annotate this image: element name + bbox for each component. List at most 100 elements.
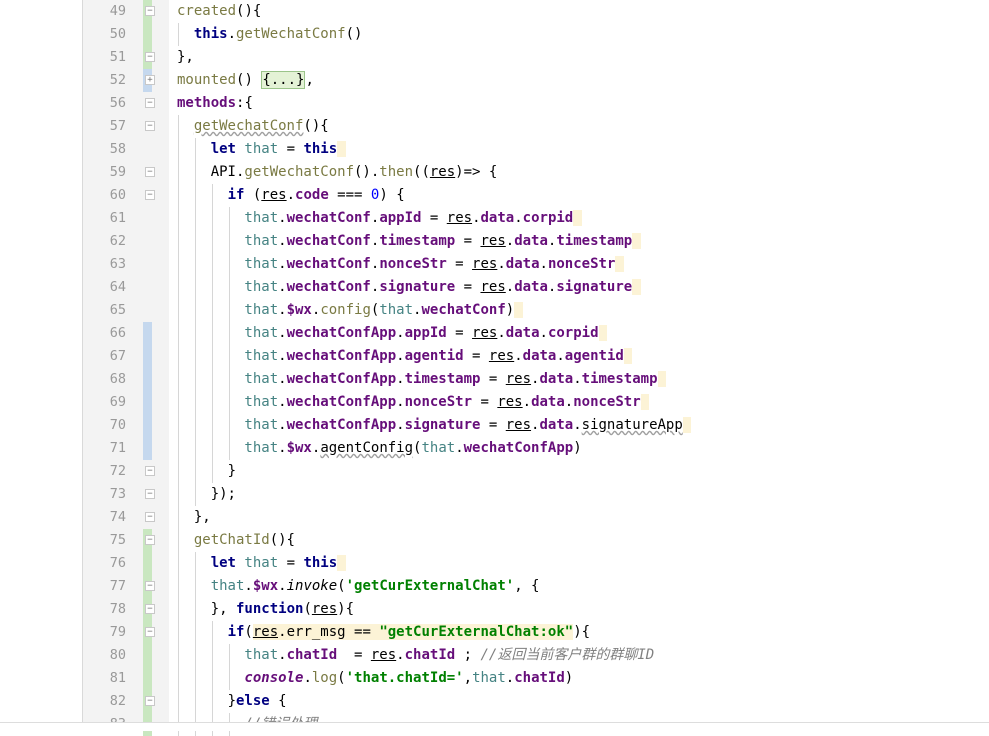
vcs-change-marker[interactable] <box>143 414 152 437</box>
vcs-change-marker[interactable] <box>143 368 152 391</box>
vcs-change-marker[interactable] <box>143 322 152 345</box>
code-token: .err_msg == <box>278 624 380 640</box>
code-token: , <box>305 72 314 88</box>
line-number: 70 <box>109 417 126 433</box>
code-line[interactable]: 69 that.wechatConfApp.nonceStr = res.data… <box>0 391 989 414</box>
indent-guide <box>178 161 179 184</box>
code-token: . <box>227 26 236 42</box>
indent-guide <box>228 437 230 460</box>
code-line[interactable]: 77− that.$wx.invoke('getCurExternalChat',… <box>0 575 989 598</box>
code-token: nonceStr <box>573 394 641 410</box>
code-token: . <box>278 371 287 387</box>
code-line[interactable]: 79 − if(res.err_msg == "getCurExternalChat… <box>0 621 989 644</box>
code-token: let <box>210 555 245 571</box>
code-line[interactable]: 57 − getWechatConf(){ <box>0 115 989 138</box>
code-token: ( <box>337 670 346 686</box>
code-token: :{ <box>236 95 253 111</box>
code-token: res <box>370 647 397 663</box>
code-token: . <box>505 279 515 295</box>
fold-collapse-icon[interactable]: − <box>145 489 155 499</box>
code-line[interactable]: 78−}, function(res){ <box>0 598 989 621</box>
fold-expand-icon[interactable]: + <box>145 75 155 85</box>
code-line[interactable]: 70 that.wechatConfApp.signature = res.dat… <box>0 414 989 437</box>
vcs-change-marker[interactable] <box>143 552 152 575</box>
code-line[interactable]: 64 that.wechatConf.signature = res.data.s… <box>0 276 989 299</box>
code-token: wechatConf <box>421 302 506 318</box>
code-token: . <box>514 348 523 364</box>
code-line[interactable]: 59 − API.getWechatConf().then((res)=> { <box>0 161 989 184</box>
code-line[interactable]: 62 that.wechatConf.timestamp = res.data.t… <box>0 230 989 253</box>
code-line[interactable]: 74 −}, <box>0 506 989 529</box>
fold-collapse-icon[interactable]: − <box>145 98 155 108</box>
code-line[interactable]: 81 console.log('that.chatId=',that.chatId… <box>0 667 989 690</box>
code-token: $wx <box>286 302 312 318</box>
code-token: methods <box>177 95 237 111</box>
code-token: res <box>497 394 523 410</box>
line-number: 79 <box>109 624 126 640</box>
code-token: (){ <box>303 118 329 134</box>
code-token: = <box>278 555 304 571</box>
vcs-change-marker[interactable] <box>143 391 152 414</box>
code-token: ) <box>505 302 515 318</box>
fold-collapse-icon[interactable]: − <box>145 167 155 177</box>
indent-guide <box>228 299 230 322</box>
indent-guide <box>228 667 230 690</box>
fold-collapse-icon[interactable]: − <box>145 512 155 522</box>
vcs-change-marker[interactable] <box>143 23 152 46</box>
fold-collapse-icon[interactable]: − <box>145 604 155 614</box>
code-token <box>640 394 650 410</box>
code-token: res <box>488 348 515 364</box>
code-line[interactable]: 56 − methods:{ <box>0 92 989 115</box>
code-token: res <box>505 417 532 433</box>
code-line[interactable]: 50 this.getWechatConf() <box>0 23 989 46</box>
code-text: getWechatConf(){ <box>194 115 329 138</box>
fold-collapse-icon[interactable]: − <box>145 121 155 131</box>
code-token: . <box>573 417 582 433</box>
code-text: }else { <box>228 690 287 713</box>
code-token: res <box>311 601 338 617</box>
code-line[interactable]: 58 let that = this <box>0 138 989 161</box>
vcs-change-marker[interactable] <box>143 644 152 667</box>
code-token: ( <box>303 601 312 617</box>
code-line[interactable]: 75 − getChatId(){ <box>0 529 989 552</box>
code-line[interactable]: 63 that.wechatConf.nonceStr = res.data.no… <box>0 253 989 276</box>
code-token: signature <box>556 279 633 295</box>
code-token: else <box>236 693 279 709</box>
indent-guide <box>178 506 179 529</box>
code-line[interactable]: 82−}else { <box>0 690 989 713</box>
code-line[interactable]: 61 that.wechatConf.appId = res.data.corpi… <box>0 207 989 230</box>
code-token: . <box>278 348 287 364</box>
code-line[interactable]: 67 that.wechatConfApp.agentid = res.data.… <box>0 345 989 368</box>
fold-collapse-icon[interactable]: − <box>145 696 155 706</box>
code-line[interactable]: 66 that.wechatConfApp.appId = res.data.co… <box>0 322 989 345</box>
code-line[interactable]: 73 −}); <box>0 483 989 506</box>
code-line[interactable]: 49 − created(){ <box>0 0 989 23</box>
code-line[interactable]: 60 − if (res.code === 0) { <box>0 184 989 207</box>
fold-collapse-icon[interactable]: − <box>145 535 155 545</box>
code-line[interactable]: 80 that.chatId = res.chatId ; //返回当前客户群的群… <box>0 644 989 667</box>
fold-collapse-icon[interactable]: − <box>145 52 155 62</box>
vcs-change-marker[interactable] <box>143 437 152 460</box>
code-line[interactable]: 76 let that = this <box>0 552 989 575</box>
fold-collapse-icon[interactable]: − <box>145 6 155 16</box>
code-token: ) { <box>379 187 405 203</box>
code-line[interactable]: 72 −} <box>0 460 989 483</box>
code-token: . <box>539 256 548 272</box>
line-number: 52 <box>109 72 126 88</box>
indent-guide <box>211 184 213 207</box>
code-token: data <box>539 417 574 433</box>
fold-collapse-icon[interactable]: − <box>145 627 155 637</box>
code-line[interactable]: 71 that.$wx.agentConfig(that.wechatConfAp… <box>0 437 989 460</box>
code-line[interactable]: 68 that.wechatConfApp.timestamp = res.dat… <box>0 368 989 391</box>
code-token: getChatId <box>193 532 270 548</box>
vcs-change-marker[interactable] <box>143 345 152 368</box>
code-line[interactable]: 65 that.$wx.config(that.wechatConf) <box>0 299 989 322</box>
fold-collapse-icon[interactable]: − <box>145 190 155 200</box>
code-token: . <box>278 440 287 456</box>
code-line[interactable]: 52 + mounted() {...}, <box>0 69 989 92</box>
code-line[interactable]: 51 −}, <box>0 46 989 69</box>
vcs-change-marker[interactable] <box>143 667 152 690</box>
fold-collapse-icon[interactable]: − <box>145 581 155 591</box>
fold-collapse-icon[interactable]: − <box>145 466 155 476</box>
code-token: console <box>244 670 304 686</box>
